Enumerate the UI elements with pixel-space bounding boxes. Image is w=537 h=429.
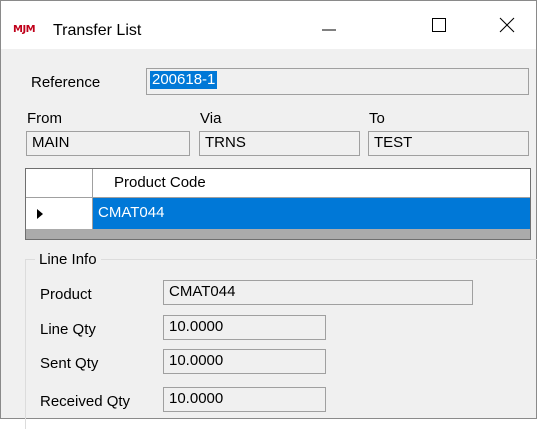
product-grid[interactable]: Product Code CMAT044 — [25, 168, 531, 240]
close-button[interactable] — [479, 1, 535, 49]
sent-qty-label: Sent Qty — [40, 355, 99, 372]
reference-label: Reference — [31, 74, 101, 91]
maximize-button[interactable] — [411, 1, 467, 49]
product-label: Product — [40, 286, 92, 303]
received-qty-label: Received Qty — [40, 393, 131, 410]
reference-value: 200618-1 — [150, 71, 218, 89]
minimize-button[interactable] — [301, 1, 357, 49]
from-field[interactable]: MAIN — [26, 131, 190, 156]
minimize-icon — [322, 29, 336, 31]
maximize-icon — [432, 18, 446, 32]
transfer-list-window: MJM Transfer List Reference 200618-1 Fro… — [0, 0, 537, 429]
title-bar[interactable]: MJM Transfer List — [1, 1, 536, 49]
product-field[interactable]: CMAT044 — [163, 280, 473, 305]
received-qty-field[interactable]: 10.0000 — [163, 387, 326, 412]
reference-input[interactable]: 200618-1 — [146, 68, 529, 95]
window-title: Transfer List — [53, 22, 142, 39]
line-qty-field[interactable]: 10.0000 — [163, 315, 326, 340]
close-icon — [499, 17, 515, 33]
via-field[interactable]: TRNS — [199, 131, 360, 156]
to-label: To — [369, 110, 385, 127]
from-label: From — [27, 110, 62, 127]
grid-corner-header[interactable] — [26, 169, 93, 198]
current-row-arrow-icon — [37, 209, 43, 219]
to-field[interactable]: TEST — [368, 131, 529, 156]
column-header-product-code[interactable]: Product Code — [93, 169, 530, 198]
via-label: Via — [200, 110, 222, 127]
row-header[interactable] — [26, 198, 93, 229]
line-info-title: Line Info — [35, 251, 101, 268]
table-row[interactable]: CMAT044 — [93, 198, 530, 229]
line-qty-label: Line Qty — [40, 321, 96, 338]
sent-qty-field[interactable]: 10.0000 — [163, 349, 326, 374]
app-logo-icon: MJM — [13, 24, 36, 35]
